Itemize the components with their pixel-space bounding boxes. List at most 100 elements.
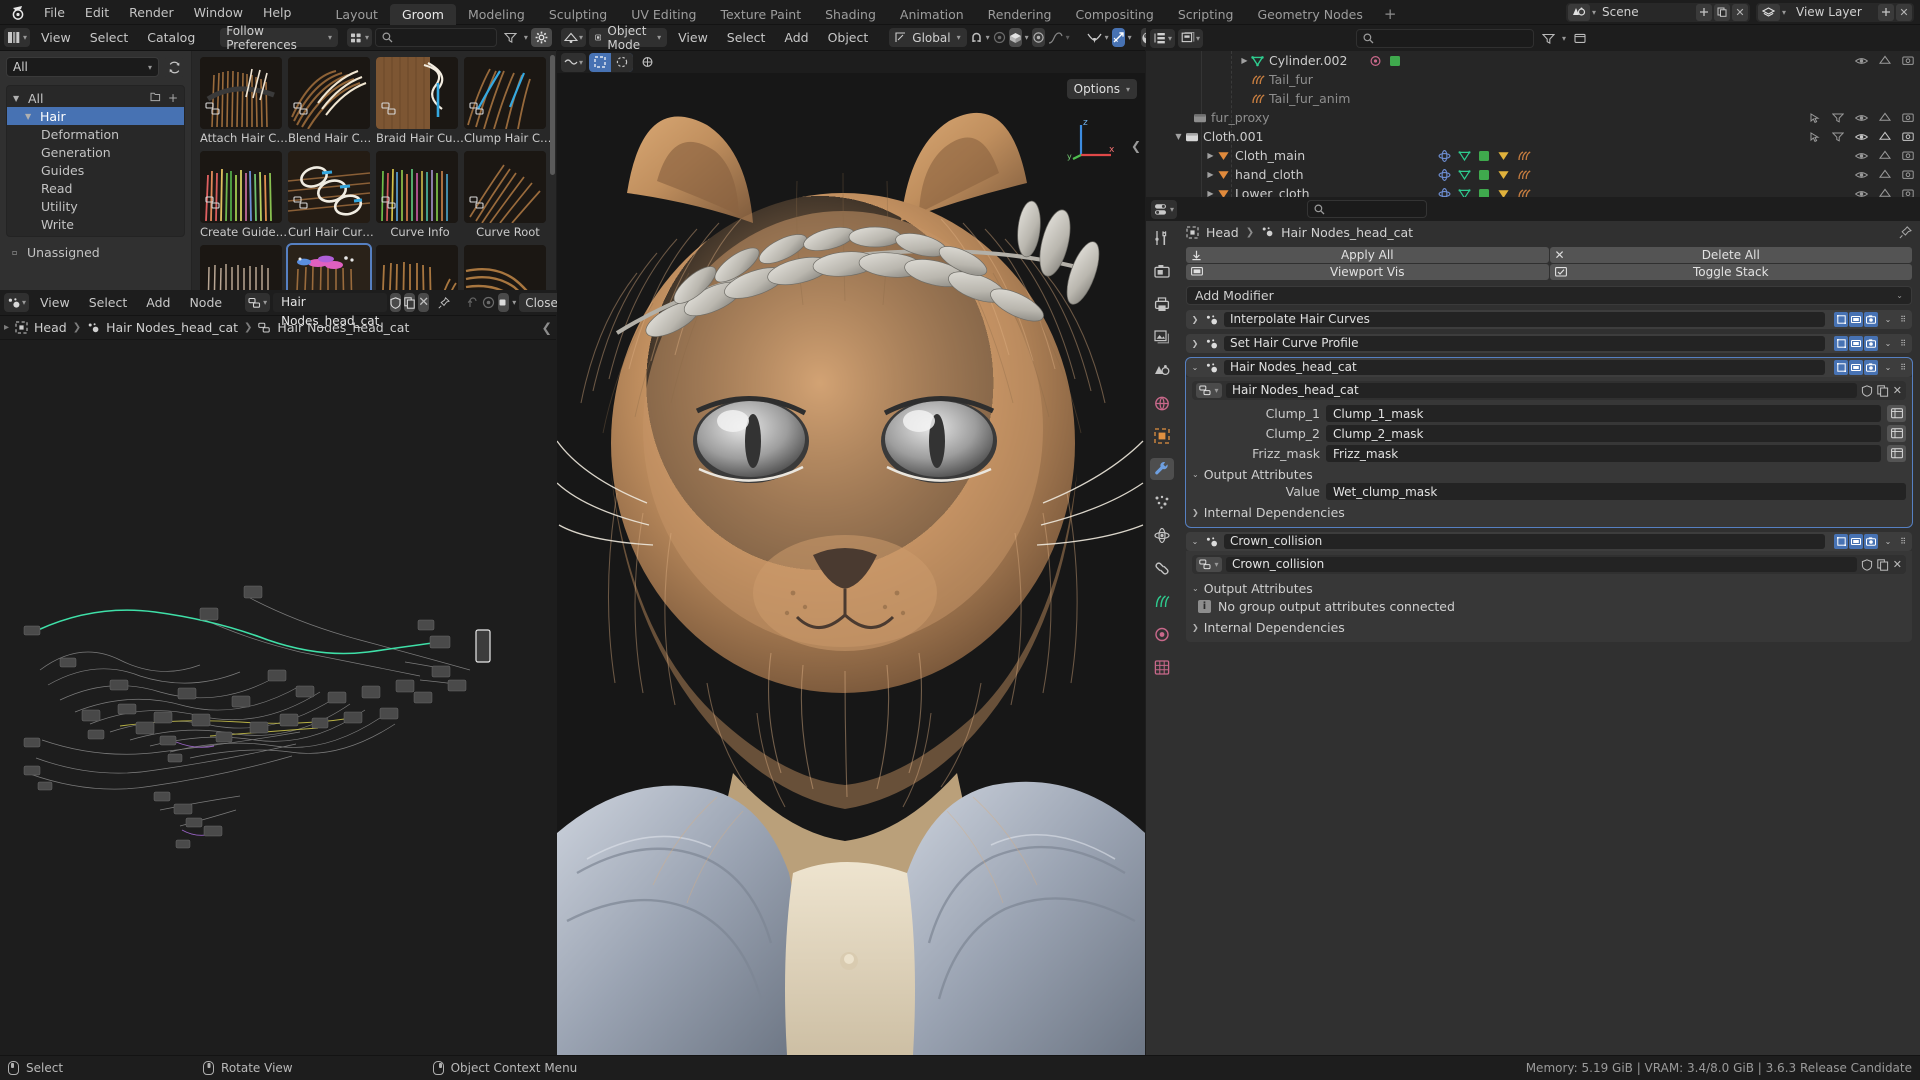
sidebar-toggle-arrow-icon[interactable]: ❮ (1131, 139, 1141, 153)
outliner-editor-type-selector[interactable]: ▾ (1150, 28, 1176, 48)
breadcrumb-nodegroup-label[interactable]: Hair Nodes_head_cat (277, 320, 409, 335)
select-tweak-icon[interactable] (1087, 28, 1102, 47)
proportional-icon[interactable] (993, 28, 1006, 47)
input-toggle-attribute-icon[interactable] (1887, 445, 1906, 462)
modifier-drag-handle[interactable]: ⠿ (1898, 363, 1908, 372)
tab-modifiers[interactable] (1150, 458, 1174, 480)
unlink-icon[interactable]: ✕ (418, 293, 430, 312)
realtime-icon[interactable] (1849, 360, 1863, 375)
asset-item[interactable]: Curl Hair Curves (288, 151, 376, 239)
workspace-tab-texture-paint[interactable]: Texture Paint (708, 4, 813, 25)
breadcrumb-expand-icon[interactable]: ❮ (542, 320, 556, 335)
remove-view-layer-button[interactable]: ✕ (1896, 3, 1912, 21)
input-value[interactable]: Clump_1_mask (1326, 405, 1881, 422)
catalog-item-all[interactable]: ▼ All + (7, 89, 184, 107)
tab-data[interactable] (1150, 590, 1174, 612)
input-toggle-attribute-icon[interactable] (1887, 425, 1906, 442)
modifier-name[interactable]: Interpolate Hair Curves (1224, 312, 1825, 327)
tab-world[interactable] (1150, 392, 1174, 414)
node-group-chevron-down-icon[interactable]: ▾ (1214, 386, 1218, 395)
properties-breadcrumb-modifier[interactable]: Hair Nodes_head_cat (1281, 225, 1413, 240)
unlink-icon[interactable]: ✕ (1893, 384, 1902, 397)
asset-library-filter[interactable]: All ▾ (6, 57, 159, 77)
scene-name[interactable]: Scene (1597, 2, 1694, 22)
transform-orientation-dropdown[interactable]: Global ▾ (889, 28, 967, 47)
select-tweak-chevron-down-icon[interactable]: ▾ (1105, 33, 1109, 42)
catalog-expand-triangle-icon[interactable]: ▼ (13, 94, 23, 103)
view-layer-name[interactable]: View Layer (1788, 3, 1876, 22)
viewport-vis-button[interactable]: Viewport Vis (1186, 264, 1549, 280)
viewport-editor-type-selector[interactable]: ▾ (561, 28, 587, 47)
workspace-tab-geometry-nodes[interactable]: Geometry Nodes (1245, 4, 1374, 25)
node-menu-add[interactable]: Add (138, 293, 178, 312)
expand-triangle-icon[interactable]: ▶ (1204, 189, 1217, 197)
realtime-icon[interactable] (1849, 312, 1863, 327)
magnet-icon[interactable] (970, 28, 983, 47)
render-icon[interactable] (1864, 360, 1878, 375)
pin-icon[interactable] (1899, 225, 1912, 239)
view-layer-selector[interactable]: ▾ View Layer ✕ (1755, 2, 1914, 22)
menu-window[interactable]: Window (184, 0, 253, 25)
asset-item[interactable]: Curve Root (464, 151, 552, 239)
outliner-row-cloth-001[interactable]: ▼ Cloth.001 (1146, 127, 1920, 146)
modifier-name[interactable]: Set Hair Curve Profile (1224, 336, 1825, 351)
unlink-icon[interactable]: ✕ (1893, 558, 1902, 571)
outliner-tree[interactable]: ▶ Cylinder.002 Tail_fur Tail_fur_anim fu… (1146, 51, 1920, 197)
properties-breadcrumb-object[interactable]: Head (1206, 225, 1239, 240)
node-group-name[interactable]: Crown_collision (1226, 557, 1857, 572)
asset-item[interactable] (200, 245, 288, 290)
display-mode-selector[interactable]: ▾ (347, 28, 373, 47)
render-icon[interactable] (1864, 534, 1878, 549)
asset-item[interactable] (464, 245, 552, 290)
add-modifier-button[interactable]: Add Modifier ⌄ (1186, 286, 1912, 305)
snap-icon[interactable] (498, 293, 510, 312)
node-group-browse-icon[interactable]: ▾ (1196, 557, 1222, 572)
tool-mode-chevron-down-icon[interactable]: ▾ (579, 58, 583, 67)
menu-render[interactable]: Render (119, 0, 184, 25)
modifier-hair-nodes-head-cat[interactable]: ⌄ Hair Nodes_head_cat ⌄ ⠿ ▾ Hair Nodes_h… (1185, 357, 1913, 528)
section-collapse-triangle-icon[interactable]: ⌄ (1192, 470, 1199, 479)
row-visibility-toggles[interactable] (1810, 131, 1914, 142)
display-mode-chevron-down-icon[interactable]: ▾ (365, 33, 369, 42)
workspace-tab-compositing[interactable]: Compositing (1063, 4, 1165, 25)
realtime-icon[interactable] (1849, 534, 1863, 549)
pin-icon[interactable] (438, 293, 451, 312)
asset-item[interactable]: Blend Hair Curves (288, 57, 376, 145)
modifier-drag-handle[interactable]: ⠿ (1898, 315, 1908, 324)
add-workspace-button[interactable]: + (1375, 4, 1406, 25)
node-graph-canvas[interactable] (0, 340, 556, 1055)
workspace-tab-sculpting[interactable]: Sculpting (537, 4, 619, 25)
modifier-expand-triangle-icon[interactable]: ❯ (1190, 315, 1200, 324)
outliner-filter-icon[interactable] (1537, 29, 1559, 48)
catalog-item-utility[interactable]: Utility (7, 197, 184, 215)
tab-physics[interactable] (1150, 524, 1174, 546)
tab-output[interactable] (1150, 293, 1174, 315)
refresh-icon[interactable] (163, 57, 185, 77)
catalog-item-generation[interactable]: Generation (7, 143, 184, 161)
modifier-extras-chevron-down-icon[interactable]: ⌄ (1883, 537, 1893, 546)
modifier-crown-collision[interactable]: ⌄ Crown_collision ⌄ ⠿ ▾ Crown_collision … (1186, 532, 1912, 642)
scene-chevron-down-icon[interactable]: ▾ (1592, 8, 1596, 17)
outliner-row-tail-fur-anim[interactable]: Tail_fur_anim (1146, 89, 1920, 108)
asset-menu-select[interactable]: Select (82, 28, 137, 47)
properties-editor-type-selector[interactable]: ▾ (1151, 199, 1178, 219)
outliner-row-tail-fur[interactable]: Tail_fur (1146, 70, 1920, 89)
asset-menu-catalog[interactable]: Catalog (139, 28, 203, 47)
asset-menu-view[interactable]: View (33, 28, 79, 47)
select-circle-icon[interactable] (611, 52, 634, 72)
modifier-collapse-triangle-icon[interactable]: ⌄ (1190, 363, 1200, 372)
modifier-extras-chevron-down-icon[interactable]: ⌄ (1883, 339, 1893, 348)
outliner-editor-chevron-down-icon[interactable]: ▾ (1168, 34, 1172, 43)
node-group-selector[interactable]: ▾ Crown_collision ✕ (1192, 555, 1906, 574)
section-expand-triangle-icon[interactable]: ❯ (1192, 508, 1199, 517)
expand-triangle-icon[interactable]: ▶ (1238, 56, 1251, 65)
node-group-name[interactable]: Hair Nodes_head_cat (1226, 383, 1857, 398)
modifier-header[interactable]: ⌄ Crown_collision ⌄ ⠿ (1186, 532, 1912, 551)
edit-mode-icon[interactable] (1834, 534, 1848, 549)
tab-scene[interactable] (1150, 359, 1174, 381)
viewport-options-button[interactable]: Options ▾ (1066, 79, 1137, 99)
row-visibility-toggles[interactable] (1855, 150, 1914, 161)
modifier-name[interactable]: Hair Nodes_head_cat (1224, 360, 1825, 375)
asset-item[interactable]: Curve Info (376, 151, 464, 239)
library-dropdown[interactable]: Follow Preferences ▾ (220, 24, 338, 52)
